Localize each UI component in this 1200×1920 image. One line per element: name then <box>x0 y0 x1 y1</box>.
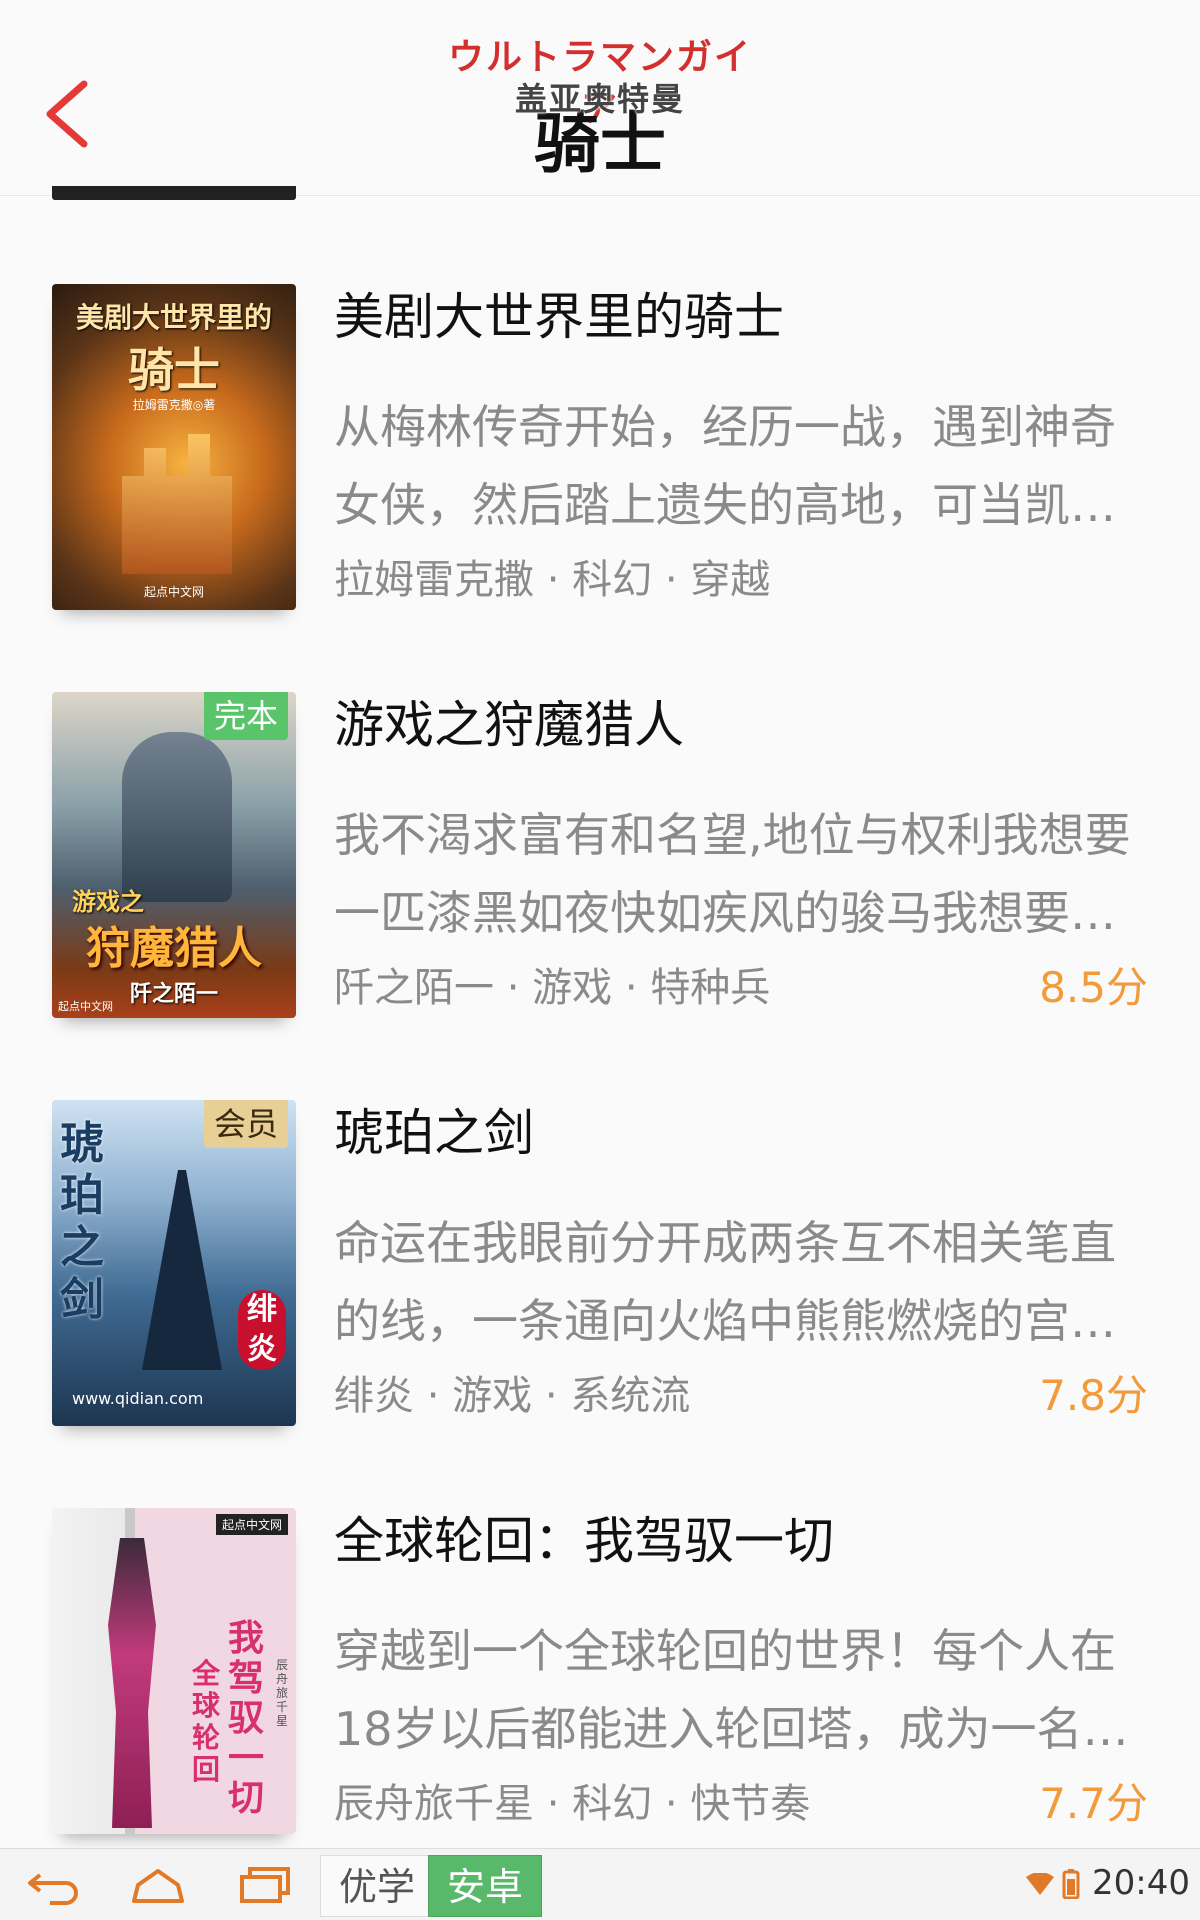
meta-separator: · <box>426 1373 453 1419</box>
cover-tower-shape <box>142 1170 222 1370</box>
book-description: 从梅林传奇开始，经历一战，遇到神奇女侠，然后踏上遗失的高地，可当凯… <box>334 400 1116 532</box>
previous-item-cover-edge <box>52 186 296 200</box>
cover-subtitle-text: 骑士 <box>128 343 220 397</box>
meta-separator: · <box>664 1781 691 1827</box>
book-meta: 阡之陌一 · 游戏 · 特种兵 <box>334 962 954 1014</box>
book-item[interactable]: 琥珀之剑 绯炎 www.qidian.com 会员 琥珀之剑 命运在我眼前分开成… <box>0 1100 1200 1500</box>
cover-subtitle-text: 绯炎 <box>238 1290 286 1370</box>
meta-separator: · <box>546 557 573 603</box>
book-tag: 特种兵 <box>650 965 771 1011</box>
member-badge: 会员 <box>203 1100 288 1148</box>
book-author: 阡之陌一 <box>334 965 494 1011</box>
book-score: 7.7分 <box>1039 1779 1148 1828</box>
cover-brand-text: 起点中文网 <box>215 1514 288 1535</box>
meta-separator: · <box>546 1781 573 1827</box>
book-score: 7.8分 <box>1039 1371 1148 1420</box>
book-item[interactable]: 美剧大世界里的 骑士 拉姆雷克撒◎著 起点中文网 美剧大世界里的骑士 从梅林传奇… <box>0 284 1200 684</box>
cover-title-text: 我驾驭一切 <box>228 1617 265 1819</box>
cover-title-text: 琥珀之剑 <box>60 1118 104 1325</box>
book-genre: 游戏 <box>452 1373 533 1419</box>
book-item[interactable]: 游戏之 狩魔猎人 阡之陌一 起点中文网 完本 游戏之狩魔猎人 我不渴求富有和名望… <box>0 692 1200 1092</box>
battery-icon <box>1062 1869 1080 1899</box>
home-nav-icon[interactable] <box>130 1863 186 1907</box>
taskbar-app-youxue[interactable]: 优学 <box>320 1855 435 1917</box>
book-tag: 系统流 <box>570 1373 691 1419</box>
book-meta: 绯炎 · 游戏 · 系统流 <box>334 1370 954 1422</box>
book-description: 命运在我眼前分开成两条互不相关笔直的线，一条通向火焰中熊熊燃烧的宫… <box>334 1216 1116 1348</box>
book-author: 绯炎 <box>334 1373 414 1419</box>
book-author: 拉姆雷克撒 <box>334 557 534 603</box>
meta-separator: · <box>544 1373 571 1419</box>
cover-subtitle-text: 全球轮回 <box>192 1657 221 1786</box>
cover-castle-shape <box>122 434 232 574</box>
system-navigation-bar: 优学 安卓 20:40 <box>0 1848 1200 1920</box>
book-meta: 拉姆雷克撒 · 科幻 · 穿越 <box>334 554 954 606</box>
book-author: 辰舟旅千星 <box>334 1781 534 1827</box>
book-genre: 科幻 <box>572 1781 653 1827</box>
cover-brand-text: 起点中文网 <box>58 1000 113 1013</box>
book-tag: 穿越 <box>690 557 771 603</box>
cover-author-text: 拉姆雷克撒◎著 <box>132 398 216 412</box>
cover-title-text: 美剧大世界里的 <box>75 301 272 334</box>
book-genre: 科幻 <box>572 557 653 603</box>
book-cover: 起点中文网 我驾驭一切 全球轮回 辰舟旅千星 <box>52 1508 296 1834</box>
system-indicators <box>1026 1869 1080 1899</box>
cover-author-text: www.qidian.com <box>72 1389 204 1408</box>
meta-separator: · <box>664 557 691 603</box>
book-cover: 游戏之 狩魔猎人 阡之陌一 起点中文网 完本 <box>52 692 296 1018</box>
logo-chinese-text: 盖亚奥特曼 <box>514 80 685 118</box>
cover-subtitle-text: 狩魔猎人 <box>86 923 262 974</box>
book-title: 琥珀之剑 <box>334 1104 534 1162</box>
book-cover: 琥珀之剑 绯炎 www.qidian.com 会员 <box>52 1100 296 1426</box>
book-title: 游戏之狩魔猎人 <box>334 696 684 754</box>
book-meta: 辰舟旅千星 · 科幻 · 快节奏 <box>334 1778 954 1830</box>
meta-separator: · <box>624 965 651 1011</box>
cover-figure-shape <box>122 732 232 902</box>
cover-brand-text: 起点中文网 <box>143 585 204 599</box>
book-genre: 游戏 <box>532 965 613 1011</box>
cover-author-text: 辰舟旅千星 <box>276 1658 289 1728</box>
book-cover: 美剧大世界里的 骑士 拉姆雷克撒◎著 起点中文网 <box>52 284 296 610</box>
recent-apps-nav-icon[interactable] <box>236 1863 292 1907</box>
meta-separator: · <box>506 965 533 1011</box>
book-title: 全球轮回：我驾驭一切 <box>334 1512 834 1570</box>
book-title: 美剧大世界里的骑士 <box>334 288 784 346</box>
back-nav-icon[interactable] <box>26 1863 82 1907</box>
wifi-icon <box>1026 1873 1054 1895</box>
book-score: 8.5分 <box>1039 963 1148 1012</box>
book-description: 我不渴求富有和名望,地位与权利我想要一匹漆黑如夜快如疾风的骏马我想要… <box>334 808 1131 940</box>
back-arrow-icon[interactable] <box>40 78 100 150</box>
taskbar-app-android[interactable]: 安卓 <box>428 1855 543 1917</box>
book-tag: 快节奏 <box>690 1781 811 1827</box>
status-badge: 完本 <box>203 692 288 740</box>
book-description: 穿越到一个全球轮回的世界！每个人在18岁以后都能进入轮回塔，成为一名… <box>334 1624 1129 1756</box>
app-header: ウルトラマンガイア 骑士 盖亚奥特曼 <box>0 0 1200 196</box>
clock-time: 20:40 <box>1092 1863 1190 1903</box>
cover-figure-shape <box>108 1538 156 1828</box>
